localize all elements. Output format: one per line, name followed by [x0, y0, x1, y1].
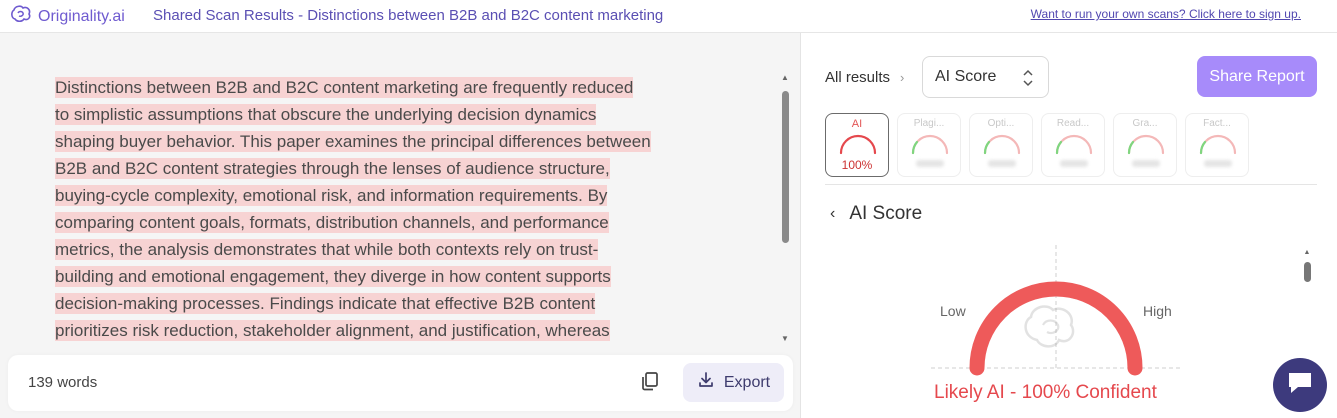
brain-watermark-icon	[1024, 305, 1075, 348]
text-line: comparing content goals, formats, distri…	[55, 209, 695, 236]
tile-gauge-icon	[911, 134, 949, 155]
breadcrumb-all-results[interactable]: All results	[825, 69, 890, 86]
highlighted-text: shaping buyer behavior. This paper exami…	[55, 131, 651, 152]
result-tile[interactable]: AI 100%	[825, 113, 889, 177]
gauge-fill	[969, 281, 1143, 376]
highlighted-text: decision-making processes. Findings indi…	[55, 293, 596, 314]
ai-verdict: Likely AI - 100% Confident	[934, 382, 1157, 403]
document-pane: Distinctions between B2B and B2C content…	[0, 33, 801, 418]
scroll-thumb[interactable]	[782, 91, 789, 243]
copy-button[interactable]	[640, 371, 662, 393]
results-scroll-up-arrow[interactable]: ▲	[1302, 248, 1312, 258]
highlighted-text: Distinctions between B2B and B2C content…	[55, 77, 634, 98]
results-scroll-thumb[interactable]	[1304, 262, 1311, 282]
gauge-low-label: Low	[940, 303, 966, 319]
highlighted-text: building and emotional engagement, they …	[55, 266, 611, 287]
copy-icon	[640, 372, 660, 395]
share-report-button[interactable]: Share Report	[1197, 56, 1317, 97]
chat-button[interactable]	[1273, 358, 1327, 412]
text-line: Distinctions between B2B and B2C content…	[55, 74, 695, 101]
tile-gauge-icon	[1055, 134, 1093, 155]
tile-value: 100%	[841, 158, 873, 172]
tile-blurred-value	[1060, 160, 1088, 167]
text-line: prioritizes risk reduction, stakeholder …	[55, 317, 695, 344]
tile-gauge-icon	[983, 134, 1021, 155]
export-button[interactable]: Export	[683, 363, 784, 402]
text-line: building and emotional engagement, they …	[55, 263, 695, 290]
tile-blurred-value	[916, 160, 944, 167]
document-scrollbar[interactable]: ▲ ▼	[779, 73, 791, 345]
download-icon	[697, 371, 715, 394]
gauge-high-label: High	[1143, 303, 1172, 319]
word-count: 139 words	[28, 374, 98, 391]
tile-blurred-value	[988, 160, 1016, 167]
highlighted-text: metrics, the analysis demonstrates that …	[55, 239, 599, 260]
highlighted-text: comparing content goals, formats, distri…	[55, 212, 609, 233]
top-header: Originality.ai Shared Scan Results - Dis…	[0, 0, 1337, 33]
chevron-right-icon: ›	[900, 70, 905, 85]
result-tile[interactable]: Read...	[1041, 113, 1105, 177]
tile-label: AI	[851, 118, 863, 130]
text-line: buying-cycle complexity, emotional risk,…	[55, 182, 695, 209]
text-line: to simplistic assumptions that obscure t…	[55, 101, 695, 128]
select-arrows-icon	[1022, 68, 1034, 88]
text-line: shaping buyer behavior. This paper exami…	[55, 128, 695, 155]
text-line: metrics, the analysis demonstrates that …	[55, 236, 695, 263]
tile-gauge-icon	[1199, 134, 1237, 155]
chat-bubble-icon	[1286, 370, 1314, 401]
breadcrumb: All results ›	[825, 69, 904, 86]
section-title: AI Score	[849, 203, 923, 224]
tile-gauge-icon	[839, 134, 877, 155]
results-pane: All results › AI Score Share Report AI 10…	[802, 33, 1337, 418]
text-line: decision-making processes. Findings indi…	[55, 290, 695, 317]
result-tile[interactable]: Fact...	[1185, 113, 1249, 177]
export-label: Export	[723, 373, 771, 391]
highlighted-text: buying-cycle complexity, emotional risk,…	[55, 185, 608, 206]
result-tile[interactable]: Opti...	[969, 113, 1033, 177]
chevron-left-icon[interactable]: ‹	[830, 205, 835, 223]
text-line: B2B and B2C content strategies through t…	[55, 155, 695, 182]
brain-icon	[10, 5, 32, 28]
scroll-up-arrow[interactable]: ▲	[779, 73, 791, 83]
tile-blurred-value	[1132, 160, 1160, 167]
result-tile[interactable]: Gra...	[1113, 113, 1177, 177]
tile-label: Gra...	[1132, 118, 1158, 129]
tile-label: Opti...	[987, 118, 1015, 129]
document-text: Distinctions between B2B and B2C content…	[55, 74, 695, 349]
tile-label: Plagi...	[913, 118, 945, 129]
highlighted-text: to simplistic assumptions that obscure t…	[55, 104, 597, 125]
tile-blurred-value	[1204, 160, 1232, 167]
gauge-track	[969, 281, 1143, 369]
highlighted-text: prioritizes risk reduction, stakeholder …	[55, 320, 610, 341]
ai-score-header[interactable]: ‹ AI Score	[830, 203, 922, 225]
divider	[825, 184, 1317, 185]
signup-link[interactable]: Want to run your own scans? Click here t…	[1031, 7, 1301, 21]
results-scrollbar[interactable]: ▲	[1302, 248, 1312, 288]
result-type-select[interactable]: AI Score	[922, 56, 1049, 98]
page-title: Shared Scan Results - Distinctions betwe…	[153, 7, 664, 24]
result-tile[interactable]: Plagi...	[897, 113, 961, 177]
logo[interactable]: Originality.ai	[10, 5, 125, 28]
tile-label: Fact...	[1203, 118, 1231, 129]
scroll-down-arrow[interactable]: ▼	[779, 334, 791, 344]
highlighted-text: B2B and B2C content strategies through t…	[55, 158, 610, 179]
ai-score-gauge: Low High Likely AI - 100% Confident	[927, 245, 1187, 418]
document-footer: 139 words Export	[8, 355, 793, 411]
tile-label: Read...	[1056, 118, 1090, 129]
logo-text: Originality.ai	[38, 7, 125, 25]
result-tiles: AI 100% Plagi... Opti... Read... Gra... Fact..…	[825, 113, 1249, 177]
select-value: AI Score	[935, 68, 997, 85]
tile-gauge-icon	[1127, 134, 1165, 155]
